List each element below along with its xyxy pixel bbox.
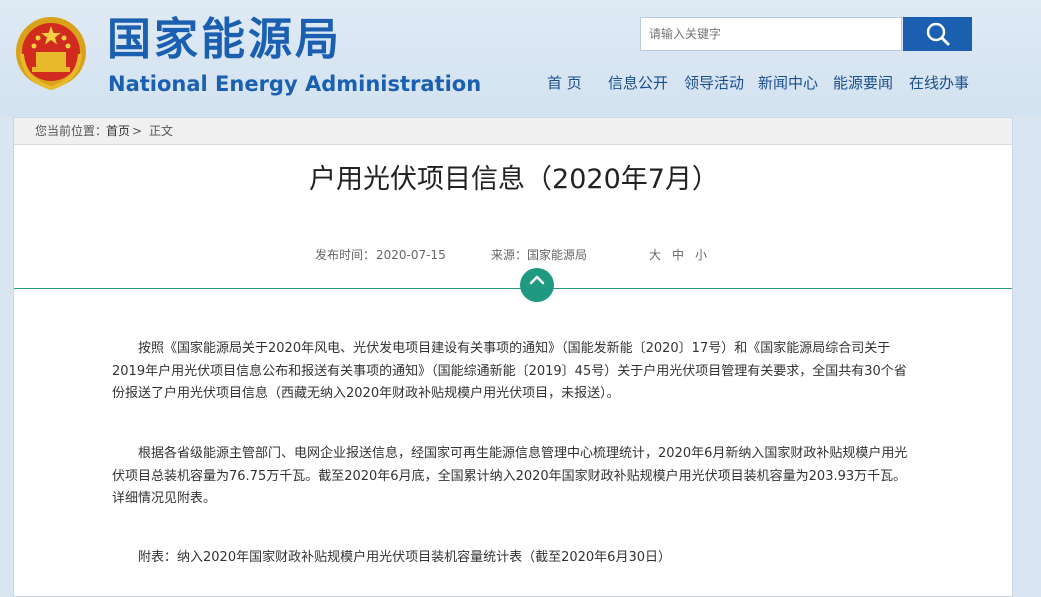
page-margin — [1013, 117, 1041, 597]
font-size-large[interactable]: 大 — [649, 246, 661, 264]
search-input[interactable] — [640, 17, 902, 51]
source-value: 国家能源局 — [527, 248, 588, 262]
collapse-toggle-button[interactable] — [520, 268, 554, 302]
breadcrumb-home[interactable]: 首页 — [106, 118, 130, 144]
article-paragraph: 按照《国家能源局关于2020年风电、光伏发电项目建设有关事项的通知》（国能发新能… — [112, 341, 907, 401]
font-size-small[interactable]: 小 — [695, 246, 707, 264]
breadcrumb-prefix: 您当前位置： — [35, 124, 108, 138]
article-card: 您当前位置： 首页 > 正文 户用光伏项目信息（2020年7月） 发布时间： 2… — [13, 117, 1013, 597]
publish-date: 2020-07-15 — [376, 248, 446, 262]
breadcrumb-separator: > — [132, 124, 143, 138]
nav-leadership[interactable]: 领导活动 — [684, 72, 744, 94]
nav-news-center[interactable]: 新闻中心 — [758, 72, 818, 94]
breadcrumb-current: 正文 — [149, 124, 174, 138]
search-icon — [926, 22, 950, 46]
article-paragraph: 根据各省级能源主管部门、电网企业报送信息，经国家可再生能源信息管理中心梳理统计，… — [112, 446, 908, 506]
font-size-medium[interactable]: 中 — [672, 246, 684, 264]
breadcrumb: 您当前位置： 首页 > 正文 — [14, 118, 1012, 145]
section-divider — [14, 288, 1012, 289]
publish-label: 发布时间： — [315, 248, 376, 262]
chevron-up-icon — [529, 275, 545, 285]
site-title-cn: 国家能源局 — [107, 14, 342, 65]
source-label: 来源： — [491, 248, 528, 262]
nav-info-disclosure[interactable]: 信息公开 — [608, 72, 668, 94]
nav-online-services[interactable]: 在线办事 — [909, 72, 969, 94]
search-button[interactable] — [903, 17, 972, 51]
site-title-en: National Energy Administration — [108, 72, 482, 96]
nav-energy-news[interactable]: 能源要闻 — [833, 72, 893, 94]
national-emblem-icon[interactable] — [14, 14, 88, 92]
nav-home[interactable]: 首 页 — [547, 72, 582, 94]
article-paragraph[interactable]: 附表：纳入2020年国家财政补贴规模户用光伏项目装机容量统计表（截至2020年6… — [112, 547, 912, 570]
site-header: 国家能源局 National Energy Administration 首 页… — [0, 0, 1041, 116]
article-title: 户用光伏项目信息（2020年7月） — [309, 164, 719, 195]
